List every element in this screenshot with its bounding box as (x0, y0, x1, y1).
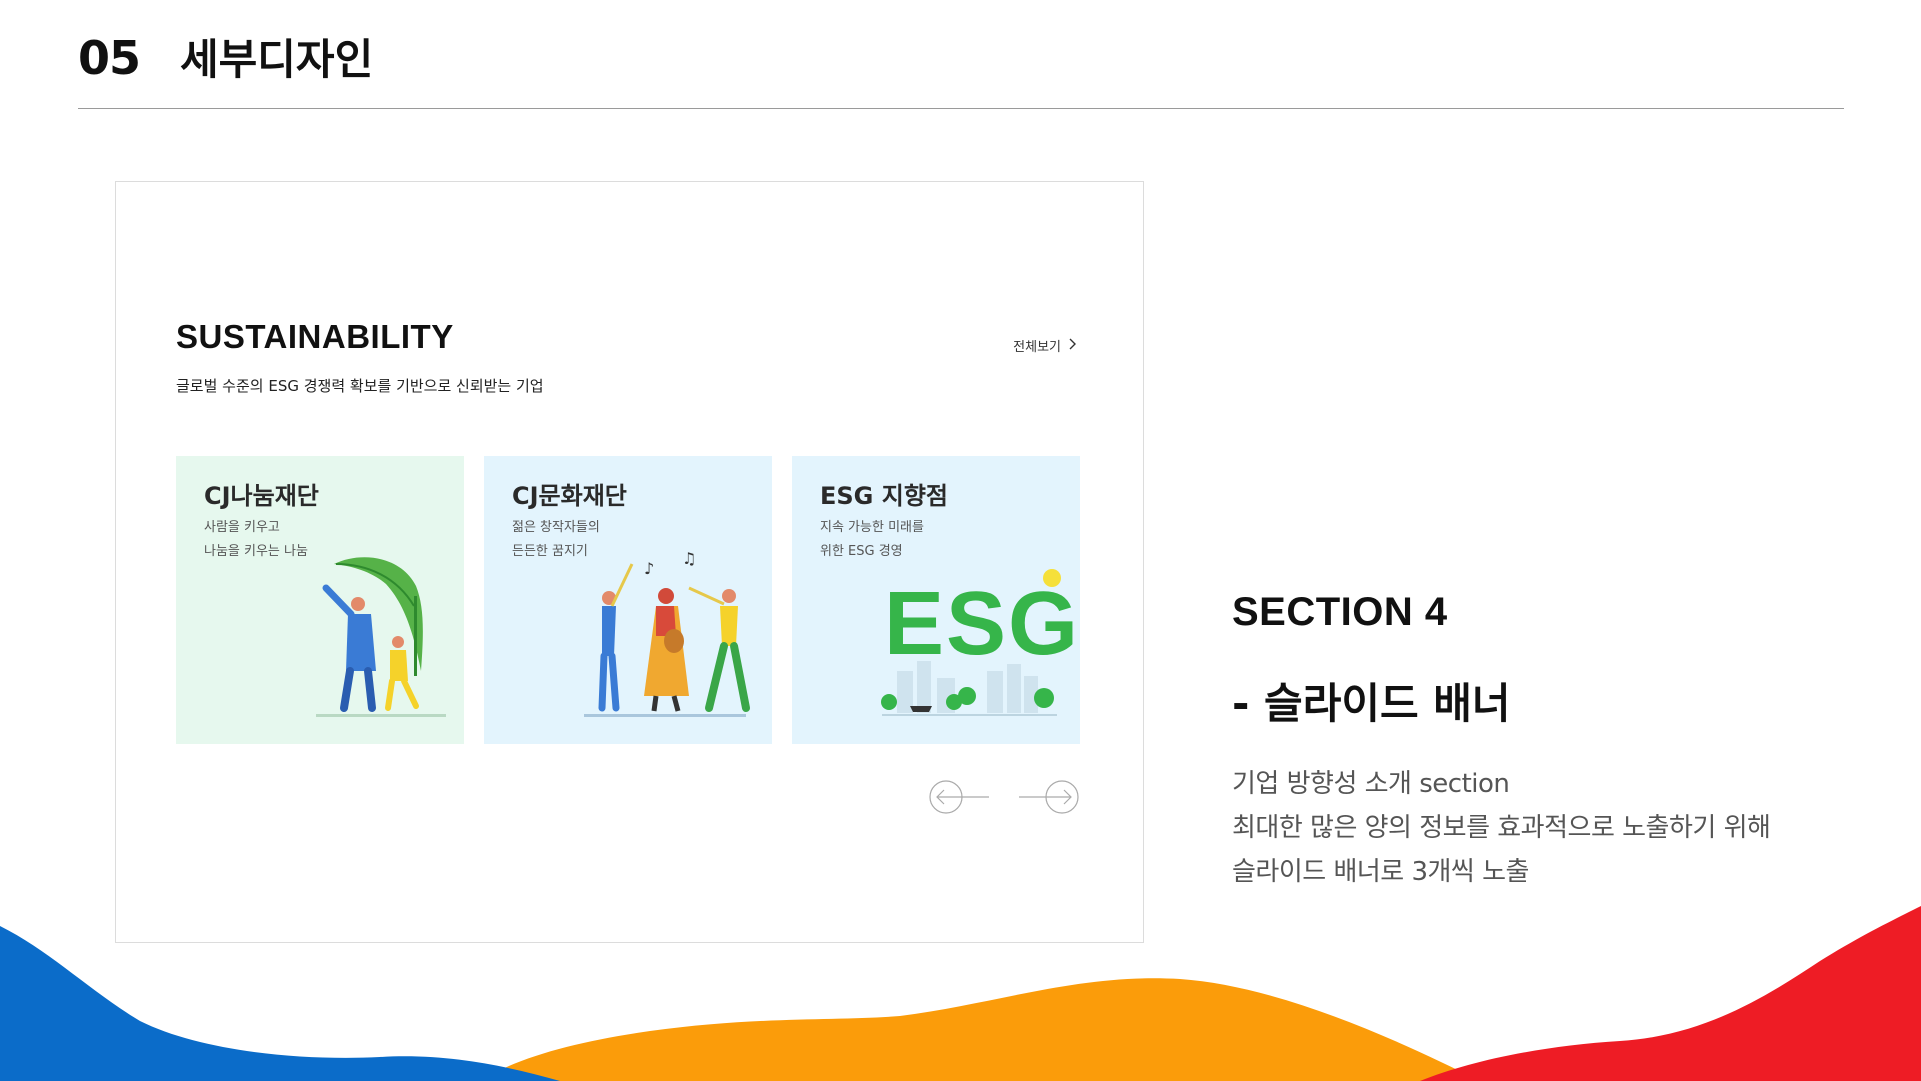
section-description: 기업 방향성 소개 section 최대한 많은 양의 정보를 효과적으로 노출… (1232, 762, 1771, 894)
esg-city-illustration: ESG (881, 569, 1080, 716)
svg-text:♫: ♫ (682, 549, 696, 568)
card-cj-nanum[interactable]: CJ나눔재단 사람을 키우고 나눔을 키우는 나눔 (176, 456, 464, 744)
svg-text:♪: ♪ (644, 559, 654, 578)
see-all-label: 전체보기 (1013, 340, 1061, 355)
page-header: 05 세부디자인 (78, 26, 373, 87)
arrow-left-circle-icon[interactable] (929, 777, 989, 817)
decorative-waves (0, 906, 1921, 1081)
slide-cards: CJ나눔재단 사람을 키우고 나눔을 키우는 나눔 CJ문화재단 젊은 창작자들… (176, 456, 1080, 744)
mockup-frame: SUSTAINABILITY 글로벌 수준의 ESG 경쟁력 확보를 기반으로 … (115, 181, 1144, 943)
people-leaf-illustration (316, 557, 446, 717)
sustainability-subtitle: 글로벌 수준의 ESG 경쟁력 확보를 기반으로 신뢰받는 기업 (176, 377, 544, 395)
chevron-right-icon (1069, 338, 1077, 354)
sustainability-title: SUSTAINABILITY (176, 318, 454, 355)
description-line: 최대한 많은 양의 정보를 효과적으로 노출하기 위해 (1232, 813, 1771, 843)
slider-controls (929, 777, 1079, 817)
card-esg[interactable]: ESG 지향점 지속 가능한 미래를 위한 ESG 경영 ESG (792, 456, 1080, 744)
header-divider (78, 108, 1844, 109)
section-subtitle: - 슬라이드 배너 (1232, 679, 1511, 728)
section-number: 05 (78, 31, 141, 85)
see-all-link[interactable]: 전체보기 (1013, 336, 1077, 355)
card-cj-culture[interactable]: CJ문화재단 젊은 창작자들의 든든한 꿈지기 ♪ ♫ (484, 456, 772, 744)
description-line: 기업 방향성 소개 section (1232, 769, 1510, 799)
musicians-illustration: ♪ ♫ (584, 549, 750, 717)
arrow-right-circle-icon[interactable] (1019, 777, 1079, 817)
page-title: 세부디자인 (180, 35, 374, 84)
section-title: SECTION 4 (1232, 590, 1448, 634)
esg-logo: ESG (884, 574, 1080, 674)
